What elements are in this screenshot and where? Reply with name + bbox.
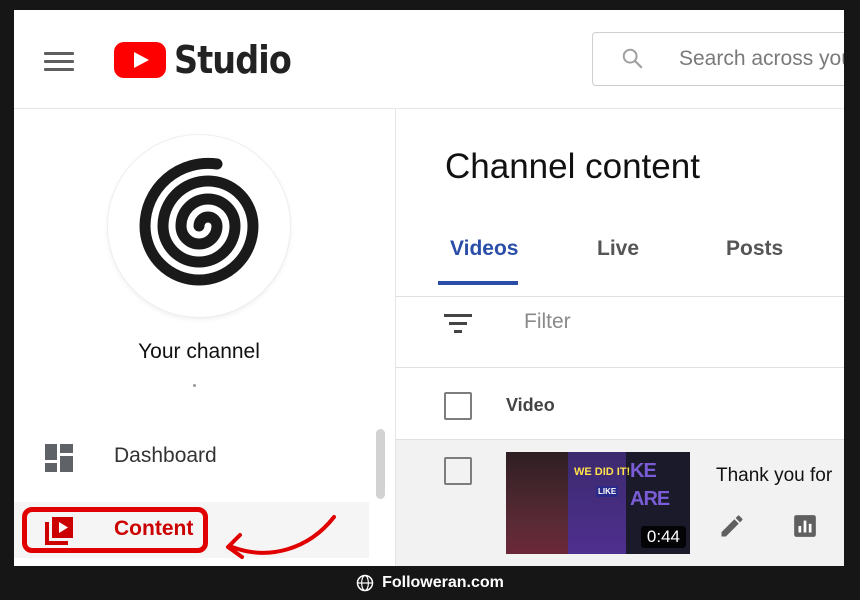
video-thumbnail[interactable]: WE DID IT! LIKE KE ARE 0:44 [506, 452, 690, 554]
select-all-checkbox[interactable] [444, 392, 472, 420]
filter-icon[interactable] [443, 312, 473, 334]
watermark-text: Followeran.com [382, 574, 504, 591]
main-content: Channel content Videos Live Posts Filter… [396, 109, 844, 566]
studio-screen: Studio Search across you Your channel Da… [14, 10, 844, 566]
video-duration: 0:44 [640, 526, 686, 548]
divider [396, 296, 844, 297]
edit-icon[interactable] [718, 512, 746, 540]
dashboard-icon [45, 444, 73, 472]
column-header-video[interactable]: Video [506, 395, 555, 416]
annotation-highlight-box [22, 507, 208, 553]
channel-name-placeholder [193, 384, 196, 387]
tab-videos[interactable]: Videos [450, 237, 518, 261]
spiral-icon [139, 157, 259, 286]
top-bar: Studio Search across you [14, 10, 844, 109]
channel-avatar[interactable] [108, 135, 290, 317]
annotation-arrow-icon [226, 515, 336, 559]
thumbnail-text: WE DID IT! [574, 466, 631, 478]
youtube-logo-icon[interactable] [114, 42, 166, 78]
search-placeholder: Search across you [679, 47, 844, 70]
sidebar-item-label: Dashboard [114, 444, 217, 467]
your-channel-label[interactable]: Your channel [14, 340, 384, 364]
analytics-icon[interactable] [792, 513, 818, 539]
sidebar-scrollbar[interactable] [376, 429, 385, 499]
row-checkbox[interactable] [444, 457, 472, 485]
thumbnail-text: KE [630, 460, 657, 482]
sidebar: Your channel Dashboard Content [14, 109, 396, 566]
search-input[interactable]: Search across you [592, 32, 844, 86]
thumbnail-text: LIKE [596, 486, 619, 497]
video-title[interactable]: Thank you for [716, 465, 832, 487]
tab-posts[interactable]: Posts [726, 237, 783, 261]
thumbnail-segment [506, 452, 568, 554]
divider [396, 367, 844, 368]
search-icon [622, 48, 643, 69]
app-name[interactable]: Studio [174, 38, 292, 82]
menu-icon[interactable] [44, 52, 74, 72]
page-title: Channel content [445, 147, 700, 186]
active-tab-indicator [438, 281, 518, 285]
thumbnail-text: ARE [630, 488, 670, 510]
globe-icon [356, 574, 374, 592]
filter-input[interactable]: Filter [524, 310, 571, 334]
sidebar-item-dashboard[interactable]: Dashboard [14, 429, 369, 485]
tab-live[interactable]: Live [597, 237, 639, 261]
watermark-footer: Followeran.com [0, 566, 860, 600]
